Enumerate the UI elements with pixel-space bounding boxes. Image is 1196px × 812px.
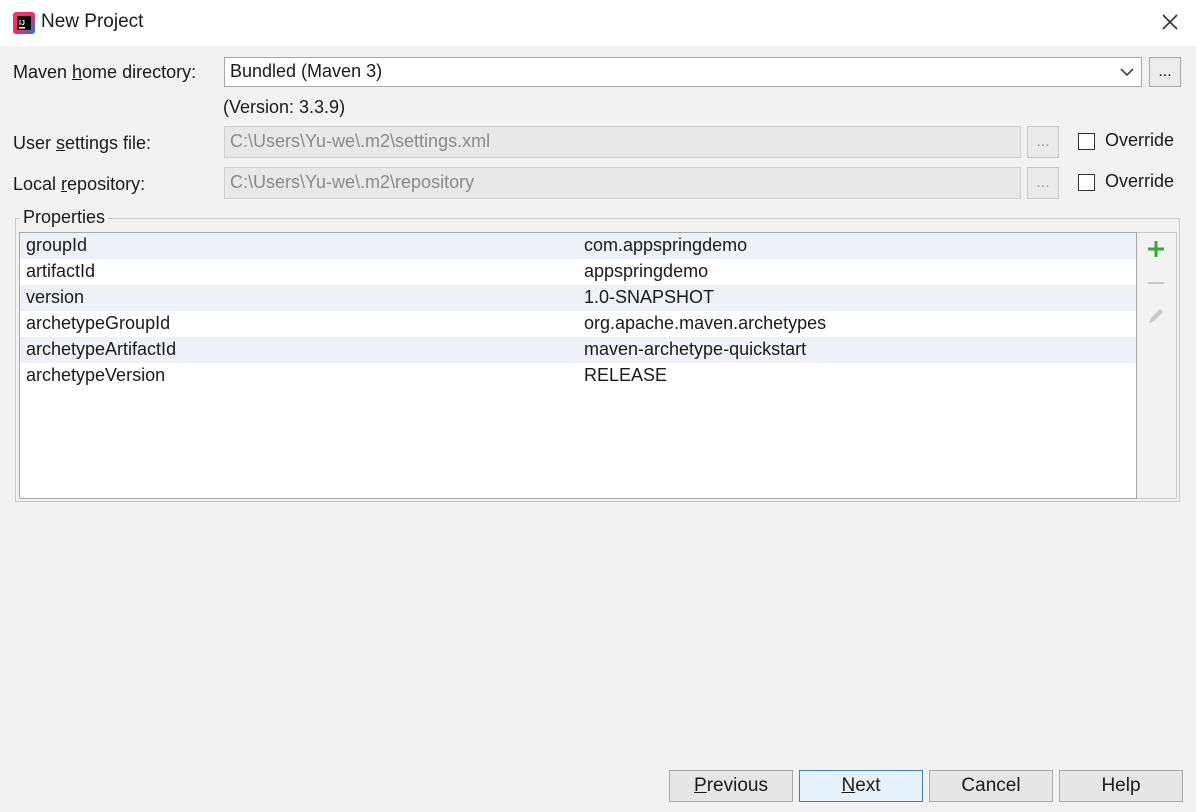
property-value: RELEASE <box>584 365 668 385</box>
properties-toolbar <box>1137 232 1177 499</box>
cancel-button[interactable]: Cancel <box>929 770 1053 802</box>
user-settings-field[interactable]: C:\Users\Yu-we\.m2\settings.xml <box>224 126 1021 158</box>
property-key: groupId <box>26 235 88 255</box>
table-row[interactable]: groupId com.appspringdemo <box>20 233 1136 259</box>
property-value: appspringdemo <box>584 261 709 281</box>
remove-icon[interactable] <box>1146 273 1166 293</box>
property-key: archetypeGroupId <box>26 313 171 333</box>
local-repository-override-checkbox[interactable] <box>1078 174 1095 191</box>
property-value: org.apache.maven.archetypes <box>584 313 827 333</box>
property-value: 1.0-SNAPSHOT <box>584 287 715 307</box>
maven-home-combobox[interactable]: Bundled (Maven 3) <box>224 57 1142 87</box>
table-row[interactable]: archetypeGroupId org.apache.maven.archet… <box>20 311 1136 337</box>
previous-button[interactable]: Previous <box>669 770 793 802</box>
user-settings-override-checkbox[interactable] <box>1078 133 1095 150</box>
edit-icon[interactable] <box>1146 306 1166 326</box>
help-button[interactable]: Help <box>1059 770 1183 802</box>
property-key: artifactId <box>26 261 96 281</box>
chevron-down-icon[interactable] <box>1113 58 1141 86</box>
property-key: version <box>26 287 85 307</box>
add-icon[interactable] <box>1146 239 1166 259</box>
maven-home-label: Maven home directory: <box>13 62 197 82</box>
properties-table[interactable]: groupId com.appspringdemo artifactId app… <box>19 232 1137 499</box>
table-row[interactable]: archetypeArtifactId maven-archetype-quic… <box>20 337 1136 363</box>
property-value: maven-archetype-quickstart <box>584 339 807 359</box>
user-settings-browse-button[interactable]: ... <box>1027 126 1059 158</box>
property-value: com.appspringdemo <box>584 235 748 255</box>
property-key: archetypeVersion <box>26 365 166 385</box>
table-row[interactable]: version 1.0-SNAPSHOT <box>20 285 1136 311</box>
local-repository-browse-button[interactable]: ... <box>1027 167 1059 199</box>
properties-title: Properties <box>20 207 109 228</box>
user-settings-label: User settings file: <box>13 133 152 153</box>
local-repository-field[interactable]: C:\Users\Yu-we\.m2\repository <box>224 167 1021 199</box>
window-title: New Project <box>41 11 144 32</box>
maven-version-note: (Version: 3.3.9) <box>223 97 346 117</box>
local-repository-label: Local repository: <box>13 174 146 194</box>
next-button[interactable]: Next <box>799 770 923 802</box>
maven-home-value: Bundled (Maven 3) <box>230 61 383 81</box>
intellij-app-icon: IJ <box>13 12 35 34</box>
svg-text:IJ: IJ <box>19 20 25 27</box>
title-bar <box>0 0 1196 46</box>
close-icon[interactable] <box>1158 10 1182 34</box>
local-repository-override-label[interactable]: Override <box>1105 171 1174 192</box>
user-settings-override-label[interactable]: Override <box>1105 130 1174 151</box>
table-row[interactable]: archetypeVersion RELEASE <box>20 363 1136 389</box>
maven-home-browse-button[interactable]: ... <box>1149 57 1181 87</box>
property-key: archetypeArtifactId <box>26 339 177 359</box>
table-row[interactable]: artifactId appspringdemo <box>20 259 1136 285</box>
